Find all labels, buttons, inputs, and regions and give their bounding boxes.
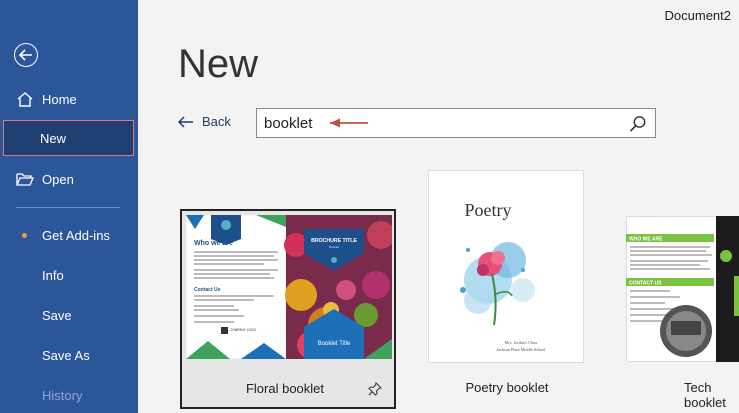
search-icon[interactable] [629, 115, 647, 133]
annotation-arrow-icon [330, 118, 368, 128]
poetry-heading: Poetry [465, 200, 512, 220]
sidebar-item-history: History [0, 378, 138, 412]
sidebar-item-home[interactable]: Home [0, 82, 138, 116]
sidebar-item-save-as[interactable]: Save As [0, 338, 138, 372]
back-button[interactable]: Back [178, 114, 231, 129]
tech-heading-contact: CONTACT US [629, 281, 662, 287]
sidebar-item-label: History [42, 387, 83, 403]
floral-booklet-thumbnail: Who we are Contact Us COMPANY LOGO BROCH… [186, 215, 392, 359]
main-panel: Document2 New Back Who we are Contact U [138, 0, 739, 413]
sidebar-item-label: New [40, 130, 67, 146]
sidebar-item-label: Open [42, 171, 74, 187]
template-search-box[interactable] [256, 108, 656, 138]
floral-logo-text: COMPANY LOGO [230, 328, 256, 332]
pin-icon[interactable] [368, 382, 382, 396]
backstage-sidebar: Home New Open Get Add-ins Info Save Save… [0, 0, 138, 413]
template-search-input[interactable] [257, 114, 597, 132]
left-arrow-icon [178, 115, 193, 128]
floral-brochure-subtitle: Booklet [329, 245, 339, 249]
folder-icon [16, 170, 34, 188]
poetry-class-line: Mrs. Jordan's Class [505, 340, 538, 345]
floral-brochure-title: BROCHURE TITLE [311, 238, 357, 244]
sidebar-item-save[interactable]: Save [0, 298, 138, 332]
poetry-school-line: Jackson Plain Middle School [497, 347, 547, 352]
home-icon [16, 90, 34, 108]
template-tech-booklet[interactable]: WHO WE ARE CONTACT US Tech booklet [626, 216, 739, 410]
sidebar-item-get-add-ins[interactable]: Get Add-ins [0, 218, 138, 252]
document-title: Document2 [664, 8, 731, 23]
template-floral-booklet[interactable]: Who we are Contact Us COMPANY LOGO BROCH… [180, 209, 396, 409]
template-label: Tech booklet [684, 380, 726, 410]
back-arrow-icon[interactable] [14, 43, 38, 67]
sidebar-item-open[interactable]: Open [0, 162, 138, 196]
tech-booklet-thumbnail: WHO WE ARE CONTACT US [626, 216, 739, 362]
floral-panel-title: Booklet Title [318, 341, 351, 347]
template-label: Floral booklet [245, 381, 325, 396]
notification-dot-icon [22, 232, 27, 238]
sidebar-item-label: Save As [42, 347, 90, 363]
template-poetry-booklet[interactable]: Poetry Mrs. Jordan's Class Jackson Plain… [428, 170, 586, 405]
floral-heading: Who we are [194, 240, 233, 247]
page-title: New [178, 42, 259, 86]
poetry-booklet-thumbnail: Poetry Mrs. Jordan's Class Jackson Plain… [428, 170, 584, 363]
sidebar-item-label: Home [42, 91, 77, 107]
template-label: Poetry booklet [465, 380, 549, 395]
floral-contact-heading: Contact Us [194, 287, 221, 293]
sidebar-item-label: Get Add-ins [42, 227, 110, 243]
sidebar-item-new[interactable]: New [3, 120, 134, 156]
sidebar-item-info[interactable]: Info [0, 258, 138, 292]
tech-heading-who: WHO WE ARE [629, 237, 663, 243]
sidebar-item-label: Save [42, 307, 72, 323]
sidebar-divider [16, 207, 120, 208]
back-label: Back [202, 114, 231, 129]
sidebar-item-label: Info [42, 267, 64, 283]
